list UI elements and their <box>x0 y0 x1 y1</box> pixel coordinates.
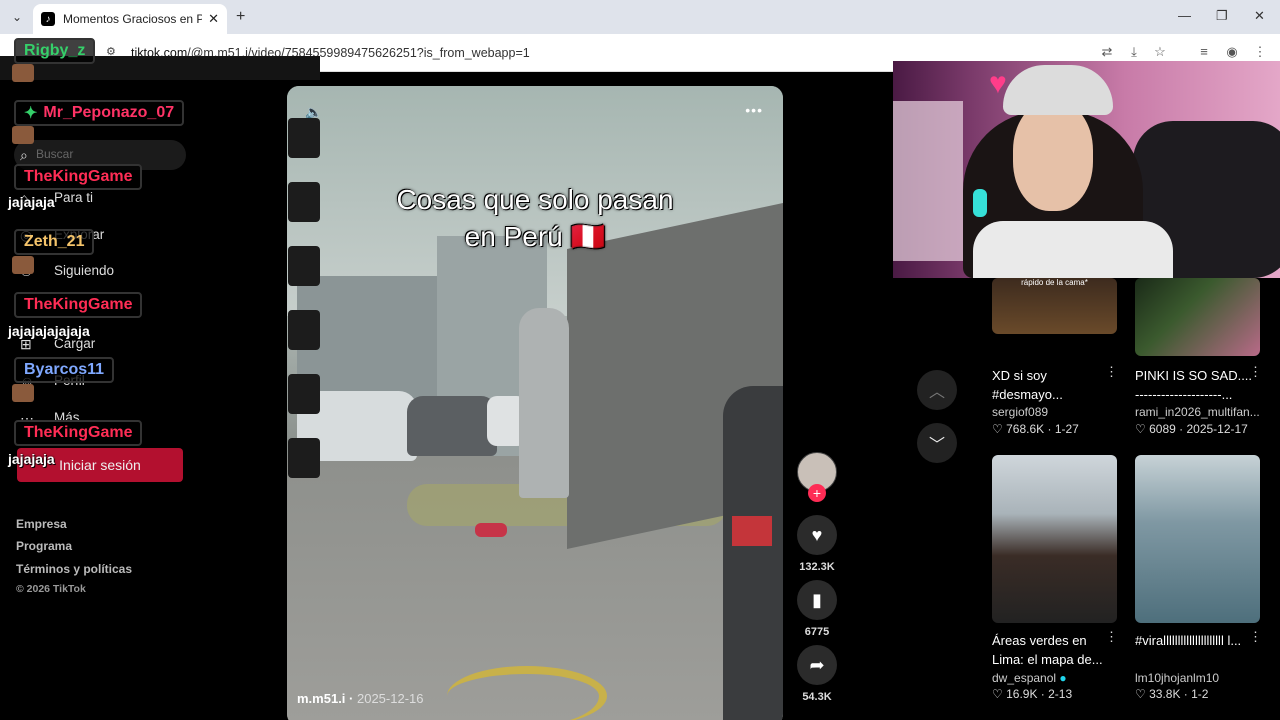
chat-username: TheKingGame <box>14 164 143 190</box>
chat-emote-icon <box>12 64 34 82</box>
recommendation-title[interactable]: Áreas verdes en Lima: el mapa de... <box>992 631 1110 669</box>
recommendation-thumbnail[interactable] <box>992 455 1117 623</box>
verified-icon: ● <box>1059 671 1067 685</box>
close-tab-icon[interactable]: ✕ <box>208 11 219 27</box>
webcam-shirt <box>973 221 1173 278</box>
badge-icon: ✦ <box>24 105 38 122</box>
chat-username: Byarcos11 <box>14 357 115 383</box>
video-taillight <box>732 516 772 546</box>
video-more-icon[interactable]: ••• <box>745 102 763 118</box>
recommendation-author[interactable]: rami_in2026_multifan... <box>1135 405 1275 419</box>
like-count: 132.3K <box>799 561 835 573</box>
webcam-overlay: ♥ <box>893 61 1280 278</box>
video-author[interactable]: m.m51.i · 2025-12-16 <box>297 691 423 706</box>
chat-username: ✦ Mr_Peponazo_07 <box>14 100 185 126</box>
recommendation-meta: ♡ 33.8K · 1-2 <box>1135 687 1209 701</box>
follow-plus-icon[interactable]: + <box>808 484 826 502</box>
chat-message: jajajaja <box>8 451 55 467</box>
video-car <box>407 396 497 456</box>
chat-emote-icon <box>12 256 34 274</box>
video-overlay-block <box>288 438 320 478</box>
search-icon: ⌕ <box>20 147 28 163</box>
recommendation-meta: ♡ 768.6K · 1-27 <box>992 422 1079 436</box>
recommendation-thumbnail[interactable] <box>1135 455 1260 623</box>
video-person <box>519 308 569 498</box>
recommendation-title[interactable]: XD si soy #desmayo... <box>992 366 1110 404</box>
webcam-shelf <box>893 101 963 261</box>
share-arrow-icon[interactable]: ➦ <box>797 645 837 685</box>
video-caption-line1: Cosas que solo pasan <box>396 184 674 215</box>
chat-emote-icon <box>12 384 34 402</box>
chat-message: jajajaja <box>8 194 55 210</box>
screen: ⌄ ♪ Momentos Graciosos en Perú: D ✕ + — … <box>0 0 1280 720</box>
video-overlay-block <box>288 374 320 414</box>
share-count: 54.3K <box>802 691 832 703</box>
webcam-cap <box>1003 65 1113 115</box>
new-tab-icon[interactable]: + <box>236 8 245 26</box>
chat-message: jajajajajajaja <box>8 323 90 339</box>
video-caption-line2: en Perú 🇵🇪 <box>464 221 606 252</box>
profile-icon[interactable]: ◉ <box>1224 44 1240 60</box>
video-overlay-block <box>288 182 320 222</box>
like-heart-icon[interactable]: ♥ <box>797 515 837 555</box>
menu-kebab-icon[interactable]: ⋮ <box>1252 44 1268 60</box>
tab-search-icon[interactable]: ⌄ <box>6 7 28 27</box>
browser-tab[interactable]: ♪ Momentos Graciosos en Perú: D ✕ <box>33 4 227 34</box>
copyright: © 2026 TikTok <box>16 583 86 595</box>
recommendation-author[interactable]: lm10jhojanlm10 <box>1135 671 1219 685</box>
translate-icon[interactable]: ⇄ <box>1099 44 1115 60</box>
chat-username: TheKingGame <box>14 420 143 446</box>
minimize-icon[interactable]: — <box>1178 8 1191 23</box>
card-kebab-icon[interactable]: ⋮ <box>1105 364 1118 380</box>
webcam-lamp <box>973 189 987 217</box>
recommendation-thumbnail[interactable]: rápido de la cama* <box>992 278 1117 334</box>
video-car <box>723 386 783 720</box>
chat-emote-icon <box>12 126 34 144</box>
install-icon[interactable]: ⤓ <box>1126 44 1142 60</box>
footer-link-programa[interactable]: Programa <box>16 539 72 553</box>
previous-video-chevron-up-icon[interactable]: ︿ <box>917 370 957 410</box>
close-window-icon[interactable]: ✕ <box>1254 8 1265 24</box>
recommendation-title[interactable]: #viralllllllllllllllllllll l... <box>1135 631 1250 650</box>
thumbnail-text: rápido de la cama* <box>1021 278 1088 287</box>
recommendation-meta: ♡ 6089 · 2025-12-17 <box>1135 422 1248 436</box>
sidebar-item-para-ti[interactable]: Para ti <box>54 190 93 205</box>
next-video-chevron-down-icon[interactable]: ﹀ <box>917 423 957 463</box>
save-count: 6775 <box>804 626 830 638</box>
recommendation-author[interactable]: sergiof089 <box>992 405 1048 419</box>
sidebar-item-siguiendo[interactable]: Siguiendo <box>54 263 114 278</box>
footer-link-terminos[interactable]: Términos y políticas <box>16 562 132 576</box>
video-curb <box>447 666 607 720</box>
recommendation-author[interactable]: dw_espanol ● <box>992 671 1067 685</box>
bookmark-star-icon[interactable]: ☆ <box>1152 44 1168 60</box>
chat-username: Zeth_21 <box>14 229 95 255</box>
video-player[interactable]: Cosas que solo pasan en Perú 🇵🇪 🔈 ••• m.… <box>287 86 783 720</box>
bookmark-icon[interactable]: ▮ <box>797 580 837 620</box>
video-overlay-block <box>288 246 320 286</box>
tab-title: Momentos Graciosos en Perú: D <box>63 12 203 26</box>
video-overlay-block <box>288 118 320 158</box>
card-kebab-icon[interactable]: ⋮ <box>1249 629 1262 645</box>
webcam-face <box>1013 101 1093 211</box>
card-kebab-icon[interactable]: ⋮ <box>1105 629 1118 645</box>
card-kebab-icon[interactable]: ⋮ <box>1249 364 1262 380</box>
recommendation-title[interactable]: PINKI IS SO SAD.... --------------------… <box>1135 366 1253 404</box>
chat-username: Rigby_z <box>14 38 96 64</box>
recommendation-meta: ♡ 16.9K · 2-13 <box>992 687 1073 701</box>
maximize-icon[interactable]: ❐ <box>1216 8 1228 24</box>
chat-username: TheKingGame <box>14 292 143 318</box>
video-toy-car <box>475 523 507 537</box>
footer-link-empresa[interactable]: Empresa <box>16 517 67 531</box>
recommendation-thumbnail[interactable] <box>1135 278 1260 356</box>
media-icon[interactable]: ≡ <box>1196 44 1212 60</box>
tiktok-favicon-icon: ♪ <box>41 12 55 26</box>
video-overlay-block <box>288 310 320 350</box>
